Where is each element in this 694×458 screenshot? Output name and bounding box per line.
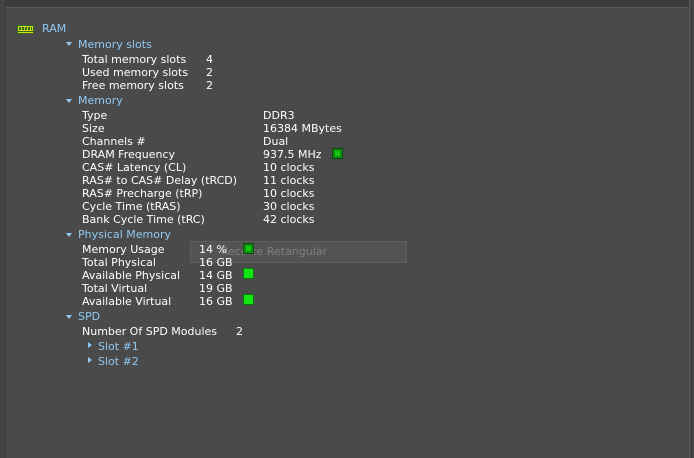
prop-label: Size <box>82 122 105 135</box>
prop-label: RAS# to CAS# Delay (tRCD) <box>82 174 238 187</box>
prop-value: Dual <box>263 135 289 148</box>
collapsed-arrow-icon[interactable] <box>88 357 92 363</box>
prop-label: DRAM Frequency <box>82 148 176 161</box>
prop-label: Available Physical <box>82 269 181 282</box>
prop-value: 16 GB <box>199 295 233 308</box>
prop-value: DDR3 <box>263 109 295 122</box>
prop-value: 937.5 MHz <box>263 148 322 161</box>
prop-label: RAS# Precharge (tRP) <box>82 187 203 200</box>
prop-value: 11 clocks <box>263 174 315 187</box>
prop-value: 10 clocks <box>263 161 315 174</box>
available-virtual-indicator-icon <box>243 294 254 305</box>
expand-arrow-icon[interactable] <box>66 99 72 103</box>
expand-arrow-icon[interactable] <box>66 42 72 46</box>
prop-value: 42 clocks <box>263 213 315 226</box>
prop-value: 14 % <box>199 243 227 256</box>
section-memory[interactable]: Memory <box>78 94 123 107</box>
prop-label: Total Virtual <box>82 282 148 295</box>
prop-value: 30 clocks <box>263 200 315 213</box>
prop-label: Used memory slots <box>82 66 189 79</box>
ram-icon <box>17 25 34 34</box>
prop-label: Total memory slots <box>82 53 187 66</box>
prop-label: Bank Cycle Time (tRC) <box>82 213 205 226</box>
prop-label: Available Virtual <box>82 295 172 308</box>
available-physical-indicator-icon <box>243 268 254 279</box>
window-left-edge <box>0 0 6 458</box>
prop-label: Cycle Time (tRAS) <box>82 200 181 213</box>
prop-value: 2 <box>206 66 213 79</box>
prop-value: 2 <box>236 325 243 338</box>
tree-node-ram[interactable]: RAM <box>42 22 66 35</box>
prop-label: Channels # <box>82 135 146 148</box>
prop-label: CAS# Latency (CL) <box>82 161 187 174</box>
prop-label: Total Physical <box>82 256 156 269</box>
collapsed-arrow-icon[interactable] <box>88 342 92 348</box>
prop-value: 4 <box>206 53 213 66</box>
prop-label: Memory Usage <box>82 243 165 256</box>
prop-value: 19 GB <box>199 282 233 295</box>
expand-arrow-icon[interactable] <box>66 233 72 237</box>
prop-value: 16384 MBytes <box>263 122 342 135</box>
prop-value: 16 GB <box>199 256 233 269</box>
frequency-indicator-icon <box>332 148 343 159</box>
spd-slot-1[interactable]: Slot #1 <box>98 340 139 353</box>
prop-label: Free memory slots <box>82 79 184 92</box>
window-top-edge <box>0 0 694 8</box>
prop-value: 10 clocks <box>263 187 315 200</box>
prop-label: Number Of SPD Modules <box>82 325 218 338</box>
expand-arrow-icon[interactable] <box>66 315 72 319</box>
spd-slot-2[interactable]: Slot #2 <box>98 355 139 368</box>
prop-label: Type <box>82 109 108 122</box>
usage-indicator-icon <box>243 243 254 254</box>
prop-value: 2 <box>206 79 213 92</box>
prop-value: 14 GB <box>199 269 233 282</box>
section-physical-memory[interactable]: Physical Memory <box>78 228 171 241</box>
window-right-edge <box>689 0 694 458</box>
section-memory-slots[interactable]: Memory slots <box>78 38 152 51</box>
section-spd[interactable]: SPD <box>78 310 100 323</box>
